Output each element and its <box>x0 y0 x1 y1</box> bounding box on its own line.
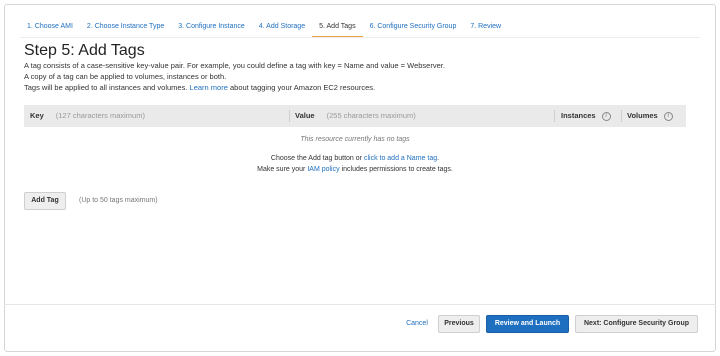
volumes-column-header: Volumes i <box>627 105 673 127</box>
iam-policy-link[interactable]: IAM policy <box>307 166 339 173</box>
review-and-launch-button[interactable]: Review and Launch <box>486 315 569 333</box>
key-header-label: Key <box>30 111 44 120</box>
step-choose-ami[interactable]: 1. Choose AMI <box>20 16 80 38</box>
column-divider <box>289 110 290 122</box>
description-line-3: Tags will be applied to all instances an… <box>24 83 375 92</box>
key-hint: (127 characters maximum) <box>55 111 145 120</box>
description-line-3-text: Tags will be applied to all instances an… <box>24 83 188 92</box>
key-column-header: Key (127 characters maximum) <box>30 105 145 127</box>
add-tag-limit-hint: (Up to 50 tags maximum) <box>79 197 158 204</box>
previous-button[interactable]: Previous <box>438 315 480 333</box>
add-tag-button[interactable]: Add Tag <box>24 192 66 210</box>
iam-note: Make sure your IAM policy includes permi… <box>24 166 686 173</box>
description-line-2: A copy of a tag can be applied to volume… <box>24 72 227 81</box>
value-header-label: Value <box>295 111 315 120</box>
step-add-storage[interactable]: 4. Add Storage <box>252 16 312 38</box>
instances-column-header: Instances i <box>561 105 611 127</box>
cancel-button[interactable]: Cancel <box>398 315 436 333</box>
steps-divider <box>20 37 700 38</box>
page-title: Step 5: Add Tags <box>24 42 145 59</box>
step-configure-instance[interactable]: 3. Configure Instance <box>171 16 252 38</box>
empty-table-message: This resource currently has no tags <box>300 136 410 143</box>
info-icon[interactable]: i <box>601 111 611 121</box>
tags-table-header: Key (127 characters maximum) Value (255 ch… <box>24 105 686 127</box>
add-tag-instructions: Choose the Add tag button or click to ad… <box>24 155 686 162</box>
step-choose-instance-type[interactable]: 2. Choose Instance Type <box>80 16 171 38</box>
footer-divider <box>4 304 716 305</box>
column-divider <box>554 110 555 122</box>
step-add-tags[interactable]: 5. Add Tags <box>312 16 364 38</box>
wizard-steps: 1. Choose AMI 2. Choose Instance Type 3.… <box>20 16 508 38</box>
column-divider <box>621 110 622 122</box>
instances-header-label: Instances <box>561 111 596 120</box>
info-icon[interactable]: i <box>663 111 673 121</box>
description-line-1: A tag consists of a case-sensitive key-v… <box>24 61 445 70</box>
description-line-3-suffix: about tagging your Amazon EC2 resources. <box>229 83 376 92</box>
step-review[interactable]: 7. Review <box>463 16 508 38</box>
instructions-prefix: Choose the Add tag button or <box>270 155 362 162</box>
value-column-header: Value (255 characters maximum) <box>295 105 416 127</box>
iam-note-suffix: includes permissions to create tags. <box>341 166 453 173</box>
learn-more-link[interactable]: Learn more <box>190 83 228 92</box>
value-hint: (255 characters maximum) <box>326 111 416 120</box>
add-name-tag-link[interactable]: click to add a Name tag <box>364 155 437 162</box>
step-configure-security-group[interactable]: 6. Configure Security Group <box>363 16 464 38</box>
iam-note-prefix: Make sure your <box>257 166 306 173</box>
instructions-suffix: . <box>437 155 440 162</box>
volumes-header-label: Volumes <box>627 111 658 120</box>
next-configure-security-group-button[interactable]: Next: Configure Security Group <box>575 315 698 333</box>
